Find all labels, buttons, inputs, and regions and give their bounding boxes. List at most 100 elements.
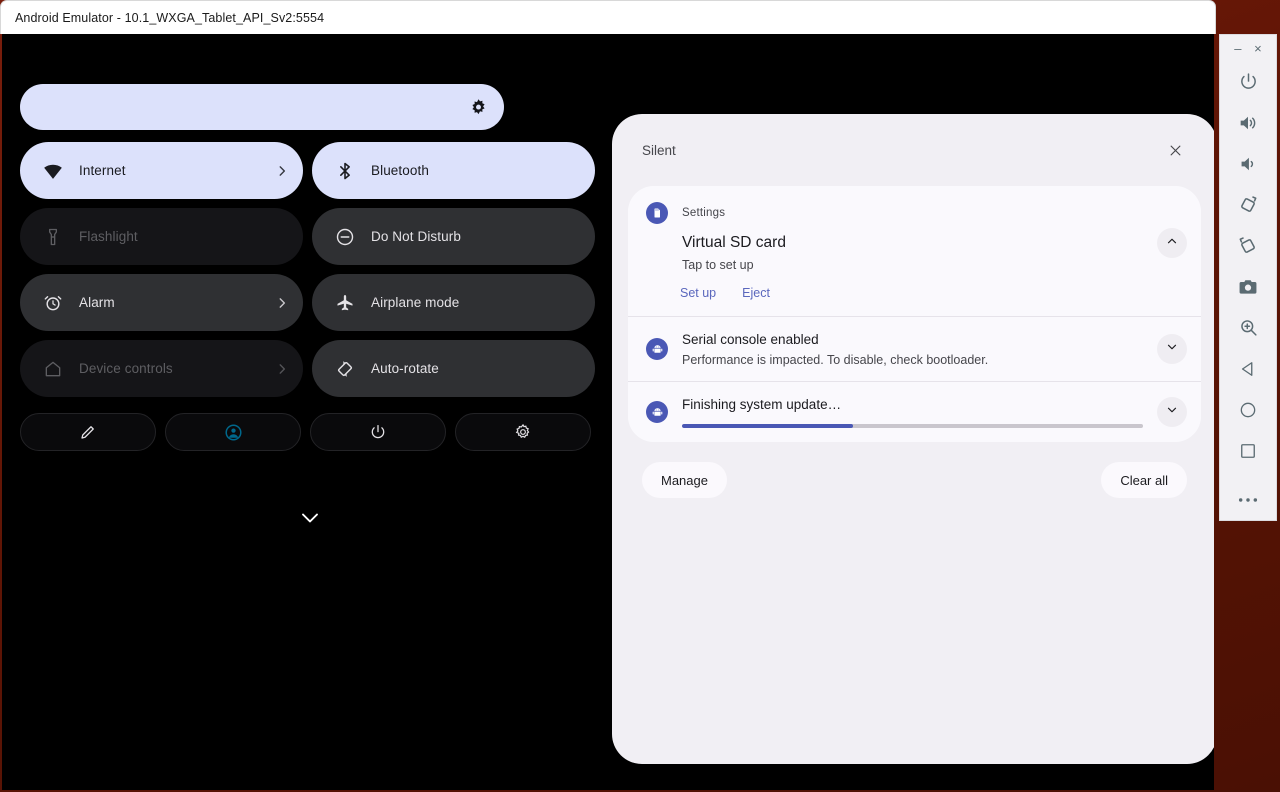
expand-notification-button[interactable] <box>1157 397 1187 427</box>
expand-notification-button[interactable] <box>1157 334 1187 364</box>
tile-bluetooth[interactable]: Bluetooth <box>312 142 595 199</box>
setup-action-button[interactable]: Set up <box>680 286 716 300</box>
auto-rotate-icon <box>334 358 356 380</box>
notification-body: Serial console enabled Performance is im… <box>682 331 1143 367</box>
home-icon <box>42 358 64 380</box>
quick-settings-footer <box>20 413 600 451</box>
brightness-fill <box>20 84 504 130</box>
user-avatar-icon <box>224 423 243 442</box>
volume-up-icon <box>1237 112 1259 134</box>
screenshot-button[interactable] <box>1219 266 1277 307</box>
alarm-icon <box>42 292 64 314</box>
chevron-right-icon[interactable] <box>275 362 289 376</box>
user-switch-button[interactable] <box>165 413 301 451</box>
eject-action-button[interactable]: Eject <box>742 286 770 300</box>
minimize-button[interactable]: – <box>1234 42 1241 55</box>
tile-device-controls[interactable]: Device controls <box>20 340 303 397</box>
collapse-notification-button[interactable] <box>1157 228 1187 258</box>
shade-header: Silent <box>612 114 1214 186</box>
notification-detail: Performance is impacted. To disable, che… <box>682 353 989 367</box>
notification-system-update[interactable]: Finishing system update… <box>628 381 1201 442</box>
chevron-up-icon <box>1165 234 1179 253</box>
rotate-right-icon <box>1237 235 1259 257</box>
ellipsis-icon <box>1237 496 1259 504</box>
notification-title: Virtual SD card <box>682 234 786 251</box>
volume-down-button[interactable] <box>1219 143 1277 184</box>
tile-label: Internet <box>79 163 126 178</box>
volume-up-button[interactable] <box>1219 102 1277 143</box>
silent-section-label: Silent <box>642 142 676 158</box>
triangle-back-icon <box>1238 359 1258 379</box>
settings-button[interactable] <box>455 413 591 451</box>
shade-expand-handle[interactable] <box>292 506 328 534</box>
brightness-slider[interactable] <box>20 84 575 130</box>
zoom-button[interactable] <box>1219 307 1277 348</box>
tile-label: Airplane mode <box>371 295 460 310</box>
brightness-sun-icon <box>469 98 488 117</box>
power-menu-button[interactable] <box>310 413 446 451</box>
power-icon <box>369 423 387 441</box>
tile-auto-rotate[interactable]: Auto-rotate <box>312 340 595 397</box>
notification-title: Serial console enabled <box>682 332 819 347</box>
notification-serial-console[interactable]: Serial console enabled Performance is im… <box>628 316 1201 381</box>
manage-button[interactable]: Manage <box>642 462 727 498</box>
android-head-icon <box>646 401 668 423</box>
update-progress-fill <box>682 424 853 428</box>
tile-label: Auto-rotate <box>371 361 439 376</box>
notification-body: Finishing system update… <box>682 396 1143 428</box>
rotate-left-icon <box>1237 194 1259 216</box>
window-title: Android Emulator - 10.1_WXGA_Tablet_API_… <box>15 10 325 25</box>
flashlight-icon <box>42 226 64 248</box>
notification-header: Settings <box>646 202 1143 224</box>
rotate-right-button[interactable] <box>1219 225 1277 266</box>
tile-do-not-disturb[interactable]: Do Not Disturb <box>312 208 595 265</box>
tile-label: Alarm <box>79 295 115 310</box>
tile-label: Bluetooth <box>371 163 429 178</box>
device-screen: Internet Bluetooth Flashlight Do Not Dis… <box>2 34 1214 790</box>
chevron-down-icon <box>1165 340 1179 359</box>
rotate-left-button[interactable] <box>1219 184 1277 225</box>
chevron-down-icon <box>1165 403 1179 422</box>
shade-footer: Manage Clear all <box>612 462 1214 498</box>
chevron-right-icon[interactable] <box>275 296 289 310</box>
emulator-toolbar: – × <box>1219 34 1277 521</box>
home-button[interactable] <box>1219 389 1277 430</box>
square-overview-icon <box>1238 441 1258 461</box>
close-icon[interactable] <box>1165 140 1185 160</box>
clear-all-button[interactable]: Clear all <box>1101 462 1187 498</box>
notification-actions: Set up Eject <box>680 286 1143 300</box>
quick-settings-panel: Internet Bluetooth Flashlight Do Not Dis… <box>20 84 600 544</box>
back-button[interactable] <box>1219 348 1277 389</box>
window-controls: – × <box>1220 35 1276 61</box>
power-button[interactable] <box>1219 61 1277 102</box>
circle-home-icon <box>1238 400 1258 420</box>
tile-label: Device controls <box>79 361 173 376</box>
tile-flashlight[interactable]: Flashlight <box>20 208 303 265</box>
emulator-window: Android Emulator - 10.1_WXGA_Tablet_API_… <box>0 0 1216 792</box>
window-titlebar: Android Emulator - 10.1_WXGA_Tablet_API_… <box>0 0 1216 34</box>
notification-app-name: Settings <box>682 207 726 219</box>
notification-subtitle: Tap to set up <box>682 258 754 272</box>
notification-list: Settings Virtual SD card Tap to set up S… <box>628 186 1201 442</box>
tile-label: Do Not Disturb <box>371 229 461 244</box>
update-progress-bar <box>682 424 1143 428</box>
overview-button[interactable] <box>1219 430 1277 471</box>
notification-virtual-sd-card[interactable]: Settings Virtual SD card Tap to set up S… <box>628 186 1201 316</box>
edit-tiles-button[interactable] <box>20 413 156 451</box>
chevron-down-icon <box>299 511 321 530</box>
notification-shade: Silent Settings Virtual SD card Tap to s… <box>612 114 1214 764</box>
notification-title: Finishing system update… <box>682 397 842 412</box>
tile-internet[interactable]: Internet <box>20 142 303 199</box>
chevron-right-icon[interactable] <box>275 164 289 178</box>
more-button[interactable] <box>1219 479 1277 520</box>
wifi-icon <box>42 160 64 182</box>
magnifier-plus-icon <box>1238 317 1259 338</box>
close-window-button[interactable]: × <box>1254 42 1262 55</box>
desktop-background: Android Emulator - 10.1_WXGA_Tablet_API_… <box>0 0 1280 792</box>
tile-airplane-mode[interactable]: Airplane mode <box>312 274 595 331</box>
airplane-icon <box>334 292 356 314</box>
sd-card-icon <box>646 202 668 224</box>
tile-alarm[interactable]: Alarm <box>20 274 303 331</box>
gear-icon <box>514 423 532 441</box>
bluetooth-icon <box>334 160 356 182</box>
